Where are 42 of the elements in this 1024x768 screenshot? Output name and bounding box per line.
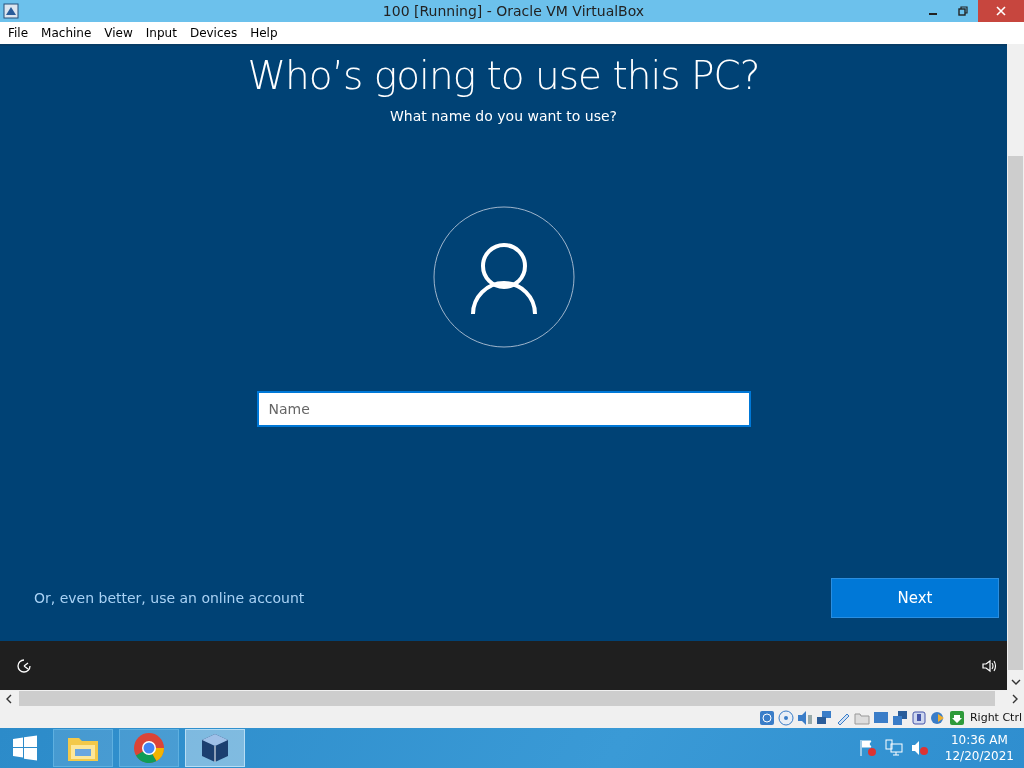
flag-warning-icon[interactable] (858, 739, 877, 757)
close-button[interactable] (978, 0, 1024, 22)
menu-item[interactable]: Input (145, 26, 177, 40)
horizontal-scrollbar[interactable] (0, 690, 1024, 707)
page-heading: Who’s going to use this PC? (247, 52, 760, 100)
mouse-integration-icon[interactable] (929, 709, 946, 726)
page-subheading: What name do you want to use? (390, 108, 617, 124)
optical-disc-icon[interactable] (777, 709, 794, 726)
menu-item[interactable]: View (104, 26, 133, 40)
windows-logo-icon (12, 735, 38, 761)
user-avatar-icon (432, 206, 575, 348)
window-title: 100 [Running] - Oracle VM VirtualBox (381, 3, 646, 19)
next-button[interactable]: Next (831, 578, 999, 618)
menu-item[interactable]: File (8, 26, 29, 40)
cube-app-button[interactable] (185, 729, 245, 767)
clock[interactable]: 10:36 AM 12/20/2021 (944, 732, 1014, 764)
close-icon (996, 6, 1006, 16)
minimize-icon (929, 13, 937, 15)
online-account-link[interactable]: Or, even better, use an online account (34, 590, 305, 606)
cube-icon (200, 732, 230, 764)
host-key-label: Right Ctrl (969, 711, 1022, 724)
network-icon[interactable] (815, 709, 832, 726)
display-icon[interactable] (872, 709, 889, 726)
folder-app-button[interactable] (53, 729, 113, 767)
windows-icon[interactable] (891, 709, 908, 726)
clock-time: 10:36 AM (950, 732, 1008, 748)
clock-date: 12/20/2021 (944, 748, 1014, 764)
network-icon[interactable] (884, 739, 903, 757)
ease-of-access-icon[interactable] (16, 657, 32, 674)
muted-speaker-icon[interactable] (910, 739, 929, 757)
name-field[interactable]: Name (256, 391, 751, 427)
menu-item[interactable]: Help (250, 26, 278, 40)
download-icon[interactable] (948, 709, 965, 726)
chip-icon[interactable] (910, 709, 927, 726)
audio-icon[interactable] (796, 709, 813, 726)
menu-item[interactable]: Machine (41, 26, 92, 40)
restore-icon (958, 6, 968, 16)
browser-icon (133, 732, 165, 764)
volume-icon[interactable] (981, 657, 997, 674)
menu-item[interactable]: Devices (189, 26, 238, 40)
vertical-scrollbar[interactable] (1007, 44, 1024, 690)
browser-app-button[interactable] (119, 729, 179, 767)
